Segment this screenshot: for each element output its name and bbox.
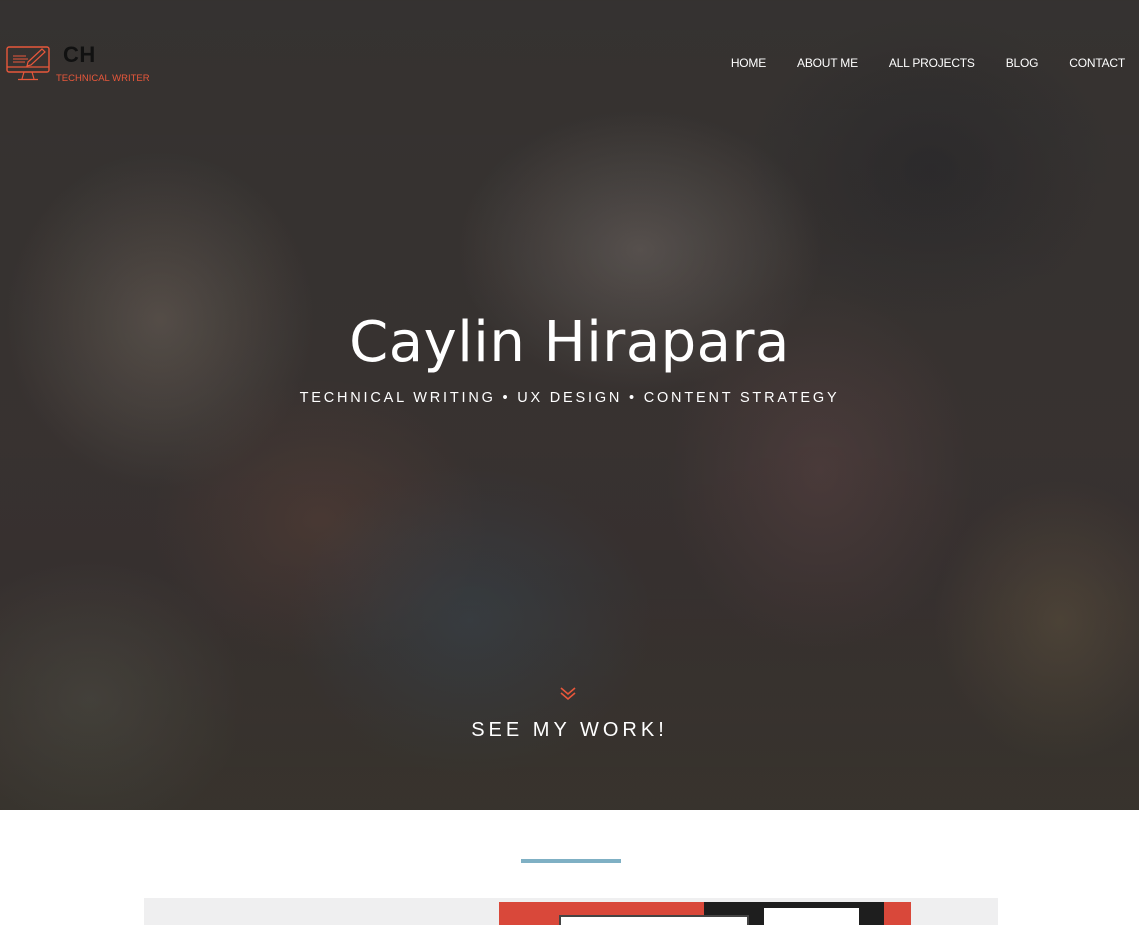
see-my-work-link[interactable]: SEE MY WORK! bbox=[0, 718, 1139, 742]
main-navigation: HOME ABOUT ME ALL PROJECTS BLOG CONTACT bbox=[700, 55, 1125, 71]
nav-contact[interactable]: CONTACT bbox=[1069, 55, 1125, 71]
nav-blog[interactable]: BLOG bbox=[1006, 55, 1039, 71]
project-preview-image[interactable] bbox=[144, 898, 998, 925]
site-logo[interactable]: CH TECHNICAL WRITER bbox=[6, 42, 156, 86]
preview-white-panel bbox=[764, 908, 859, 925]
section-divider bbox=[521, 859, 621, 863]
preview-screen bbox=[559, 915, 749, 925]
nav-home[interactable]: HOME bbox=[731, 55, 766, 71]
hero-tagline: TECHNICAL WRITING • UX DESIGN • CONTENT … bbox=[299, 390, 840, 406]
double-chevron-down-icon[interactable] bbox=[559, 686, 577, 702]
hero-section: CH TECHNICAL WRITER HOME ABOUT ME ALL PR… bbox=[0, 0, 1139, 810]
computer-pen-icon bbox=[6, 46, 50, 81]
hero-title: Caylin Hirapara bbox=[349, 310, 790, 375]
logo-mark: CH bbox=[63, 42, 96, 67]
nav-all-projects[interactable]: ALL PROJECTS bbox=[889, 55, 975, 71]
logo-subtitle: TECHNICAL WRITER bbox=[56, 73, 150, 84]
nav-about-me[interactable]: ABOUT ME bbox=[797, 55, 858, 71]
